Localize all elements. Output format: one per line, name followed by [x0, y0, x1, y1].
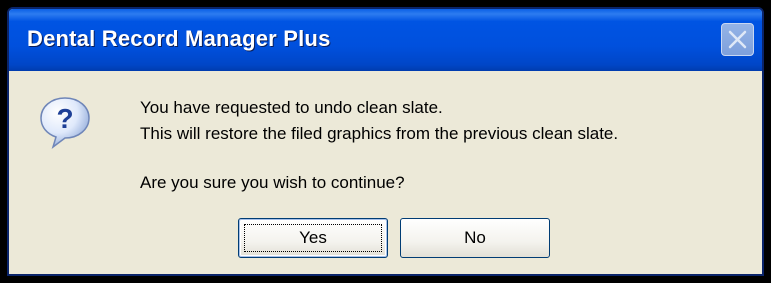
no-button[interactable]: No	[400, 218, 550, 258]
question-icon: ?	[40, 97, 90, 149]
close-icon	[728, 30, 747, 49]
dialog-body: ? You have requested to undo clean slate…	[9, 71, 762, 274]
yes-button-label: Yes	[299, 228, 327, 247]
close-button[interactable]	[721, 23, 754, 56]
title-bar[interactable]: Dental Record Manager Plus	[9, 9, 762, 71]
message-dialog: Dental Record Manager Plus ? You have re…	[7, 7, 764, 276]
svg-text:?: ?	[56, 103, 73, 134]
message-line-1: You have requested to undo clean slate.	[140, 98, 443, 117]
yes-button[interactable]: Yes	[238, 218, 388, 258]
no-button-label: No	[464, 228, 486, 247]
screenshot-frame: Dental Record Manager Plus ? You have re…	[0, 0, 771, 283]
message-line-3: Are you sure you wish to continue?	[140, 173, 405, 192]
message-line-2: This will restore the filed graphics fro…	[140, 124, 619, 143]
window-title: Dental Record Manager Plus	[27, 26, 331, 51]
message-text: You have requested to undo clean slate. …	[140, 95, 618, 196]
